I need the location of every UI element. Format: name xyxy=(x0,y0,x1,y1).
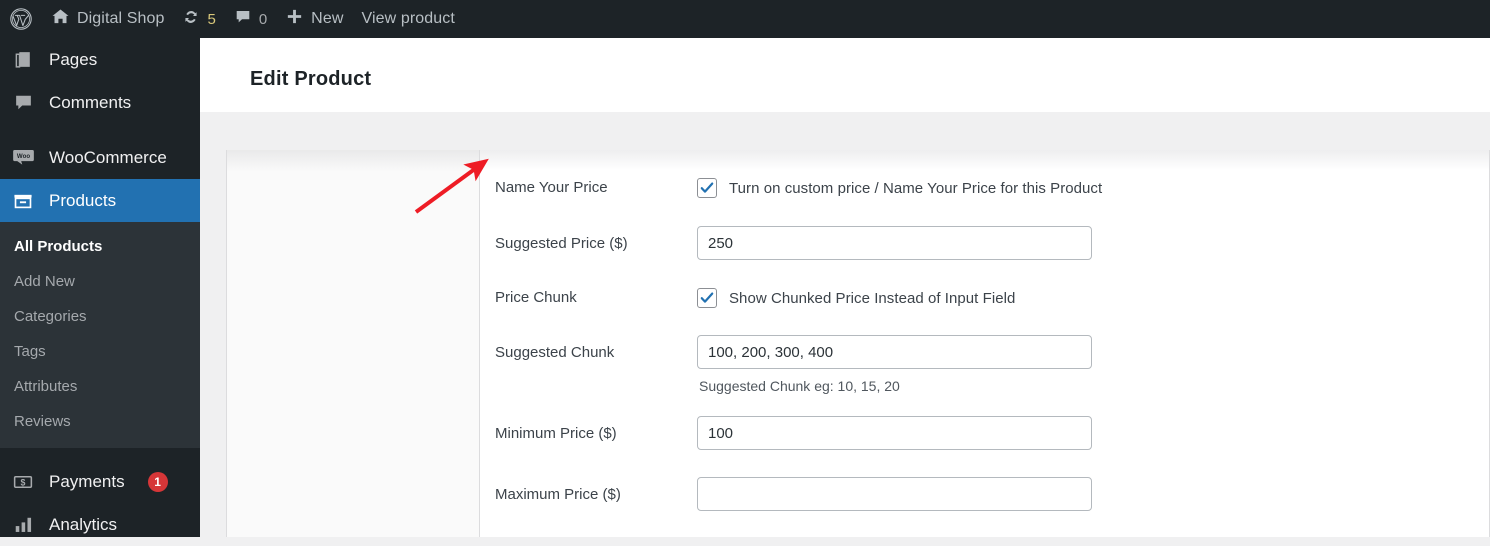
product-data-fields-column: Name Your Price Turn on custom price / N… xyxy=(480,150,1489,537)
field-row-suggested-chunk: Suggested Chunk Suggested Chunk eg: 10, … xyxy=(480,335,1489,394)
comments-count: 0 xyxy=(258,10,268,28)
sidebar-item-products[interactable]: Products xyxy=(0,179,200,222)
field-row-maximum-price: Maximum Price ($) xyxy=(480,477,1489,511)
sidebar-item-label: WooCommerce xyxy=(49,147,167,167)
price-chunk-label: Price Chunk xyxy=(495,289,577,306)
pages-icon xyxy=(11,48,35,72)
analytics-bars-icon xyxy=(11,513,35,537)
sidebar-item-woocommerce[interactable]: Woo WooCommerce xyxy=(0,136,200,179)
products-box-icon xyxy=(11,189,35,213)
suggested-chunk-label: Suggested Chunk xyxy=(495,344,615,361)
field-row-minimum-price: Minimum Price ($) xyxy=(480,416,1489,450)
svg-text:Woo: Woo xyxy=(16,153,29,160)
sidebar-item-label: Pages xyxy=(49,49,98,69)
sidebar-item-tags[interactable]: Tags xyxy=(0,334,200,369)
sidebar-item-label: Comments xyxy=(49,92,132,112)
wordpress-logo-button[interactable] xyxy=(0,0,42,38)
minimum-price-input[interactable] xyxy=(697,416,1092,450)
minimum-price-label: Minimum Price ($) xyxy=(495,425,617,442)
sidebar-item-categories[interactable]: Categories xyxy=(0,299,200,334)
maximum-price-label: Maximum Price ($) xyxy=(495,486,621,503)
menu-separator xyxy=(0,124,200,136)
name-your-price-checkbox-label: Turn on custom price / Name Your Price f… xyxy=(729,179,1103,197)
home-icon xyxy=(51,7,70,31)
payments-badge: 1 xyxy=(147,471,168,492)
products-submenu: All Products Add New Categories Tags Att… xyxy=(0,222,200,448)
sidebar-item-reviews[interactable]: Reviews xyxy=(0,404,200,439)
plus-icon xyxy=(285,7,304,31)
sidebar-item-label: Analytics xyxy=(49,514,118,534)
admin-sidebar: Pages Comments Woo WooCommerce Products … xyxy=(0,38,200,537)
suggested-chunk-input[interactable] xyxy=(697,335,1092,369)
price-chunk-checkbox-label: Show Chunked Price Instead of Input Fiel… xyxy=(729,289,1016,307)
sidebar-item-all-products[interactable]: All Products xyxy=(0,229,200,264)
sidebar-item-add-new[interactable]: Add New xyxy=(0,264,200,299)
site-name-label: Digital Shop xyxy=(77,10,165,27)
admin-bar: Digital Shop 5 0 New View product xyxy=(0,0,1490,38)
field-row-price-chunk: Price Chunk Show Chunked Price Instead o… xyxy=(480,288,1489,308)
sidebar-item-analytics[interactable]: Analytics xyxy=(0,503,200,546)
new-label: New xyxy=(311,10,344,27)
sidebar-item-label: Products xyxy=(49,190,117,210)
suggested-price-label: Suggested Price ($) xyxy=(495,235,628,252)
svg-text:$: $ xyxy=(21,477,26,487)
comment-icon xyxy=(11,91,35,115)
sidebar-item-payments[interactable]: $ Payments 1 xyxy=(0,460,200,503)
comments-button[interactable]: 0 xyxy=(225,0,276,38)
site-name-button[interactable]: Digital Shop xyxy=(42,0,173,38)
name-your-price-label: Name Your Price xyxy=(495,179,608,196)
suggested-price-input[interactable] xyxy=(697,226,1092,260)
field-row-name-your-price: Name Your Price Turn on custom price / N… xyxy=(480,178,1489,198)
page-header: Edit Product xyxy=(200,38,1490,112)
price-chunk-checkbox[interactable] xyxy=(697,288,717,308)
product-data-tabs-column xyxy=(227,150,480,537)
field-row-suggested-price: Suggested Price ($) xyxy=(480,226,1489,260)
page-title: Edit Product xyxy=(250,68,372,90)
woo-icon: Woo xyxy=(11,146,35,170)
sidebar-item-comments[interactable]: Comments xyxy=(0,81,200,124)
suggested-chunk-help: Suggested Chunk eg: 10, 15, 20 xyxy=(699,378,900,394)
updates-icon xyxy=(182,8,200,31)
sidebar-item-pages[interactable]: Pages xyxy=(0,38,200,81)
updates-button[interactable]: 5 xyxy=(173,0,224,38)
new-content-button[interactable]: New xyxy=(276,0,352,38)
menu-separator xyxy=(0,448,200,460)
wordpress-logo-icon xyxy=(9,7,33,31)
comment-bubble-icon xyxy=(234,8,252,31)
payments-icon: $ xyxy=(11,470,35,494)
sidebar-item-label: Payments xyxy=(49,471,125,491)
sidebar-item-attributes[interactable]: Attributes xyxy=(0,369,200,404)
updates-count: 5 xyxy=(207,10,216,28)
name-your-price-checkbox[interactable] xyxy=(697,178,717,198)
view-product-label: View product xyxy=(361,10,455,27)
main-content: Edit Product Name Your Price Turn on cus… xyxy=(200,38,1490,537)
maximum-price-input[interactable] xyxy=(697,477,1092,511)
view-product-button[interactable]: View product xyxy=(352,0,463,38)
product-data-metabox: Name Your Price Turn on custom price / N… xyxy=(226,150,1490,537)
